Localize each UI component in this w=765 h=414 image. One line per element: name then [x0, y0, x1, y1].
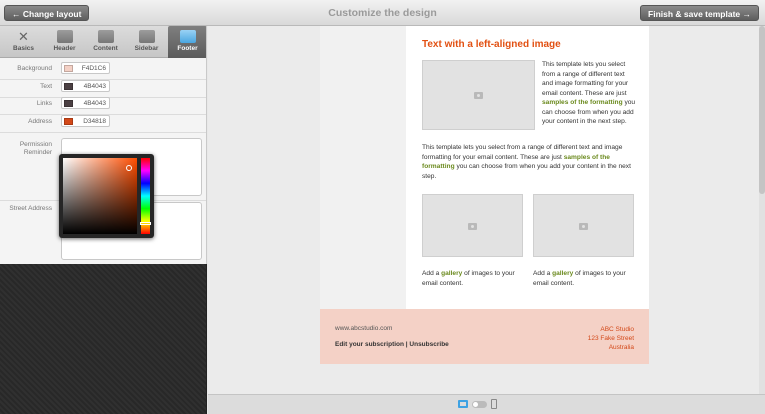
gallery-image-placeholder[interactable] [422, 194, 523, 257]
top-toolbar: ← Change layout Customize the design Fin… [0, 0, 765, 26]
finish-save-template-button[interactable]: Finish & save template → [640, 5, 759, 21]
color-swatch[interactable] [64, 100, 73, 107]
footer-url[interactable]: www.abcstudio.com [335, 325, 392, 332]
street-address-label: Street Address [9, 205, 52, 212]
field-label: Links [36, 100, 52, 107]
image-placeholder[interactable] [422, 60, 535, 130]
address-color-row: Address D34818 [0, 115, 206, 129]
footer-icon [179, 30, 196, 43]
tab-content[interactable]: Content [86, 26, 125, 58]
color-value: 4B4043 [83, 100, 106, 107]
color-value: 4B4043 [83, 83, 106, 90]
address-line: Australia [608, 344, 634, 351]
gallery-image-placeholder[interactable] [533, 194, 634, 257]
tab-footer[interactable]: Footer [168, 26, 206, 58]
full-width-paragraph: This template lets you select from a ran… [422, 144, 631, 180]
color-swatch[interactable] [64, 118, 73, 125]
footer-subscription-links[interactable]: Edit your subscription | Unsubscribe [335, 341, 449, 348]
hue-slider-handle[interactable] [140, 222, 151, 225]
text-color-input[interactable]: 4B4043 [61, 80, 110, 92]
email-sidebar [320, 26, 406, 309]
address-color-input[interactable]: D34818 [61, 115, 110, 127]
tab-sidebar[interactable]: Sidebar [127, 26, 166, 58]
device-toggle-switch[interactable] [472, 401, 487, 408]
mobile-icon[interactable] [491, 399, 497, 409]
links-color-input[interactable]: 4B4043 [61, 97, 110, 109]
design-panel: ✕ Basics Header Content Sidebar Footer B… [0, 26, 207, 264]
divider [0, 132, 206, 133]
panel-background [0, 264, 207, 414]
color-picker[interactable] [59, 154, 154, 238]
color-value: D34818 [83, 118, 106, 125]
color-swatch[interactable] [64, 83, 73, 90]
sidebar-icon [138, 30, 155, 43]
field-label: Text [40, 83, 52, 90]
desktop-icon[interactable] [458, 400, 468, 408]
links-color-row: Links 4B4043 [0, 97, 206, 111]
text-color-row: Text 4B4043 [0, 80, 206, 94]
tab-label: Basics [13, 45, 34, 52]
camera-icon [467, 222, 477, 230]
design-tabs: ✕ Basics Header Content Sidebar Footer [0, 26, 206, 58]
color-value: F4D1C6 [81, 65, 106, 72]
tab-label: Header [53, 45, 76, 52]
content-icon [97, 30, 114, 43]
background-color-input[interactable]: F4D1C6 [61, 62, 110, 74]
gallery-link[interactable]: gallery [441, 270, 462, 277]
tab-header[interactable]: Header [45, 26, 84, 58]
paragraph-right-of-image: This template lets you select from a ran… [542, 61, 636, 125]
gallery-caption: Add a gallery of images to your email co… [533, 270, 626, 287]
gallery-caption: Add a gallery of images to your email co… [422, 270, 515, 287]
email-footer: www.abcstudio.com Edit your subscription… [320, 309, 649, 364]
tab-basics[interactable]: ✕ Basics [4, 26, 43, 58]
address-line: 123 Fake Street [587, 335, 634, 342]
address-line: ABC Studio [600, 326, 634, 333]
formatting-link[interactable]: samples of the formatting [542, 99, 623, 106]
header-icon [56, 30, 73, 43]
device-toggle-bar [208, 394, 765, 414]
content-heading: Text with a left-aligned image [422, 39, 561, 50]
tools-icon: ✕ [18, 29, 29, 44]
reminder-label: Reminder [23, 149, 52, 156]
email-content: Text with a left-aligned image This temp… [406, 26, 649, 309]
camera-icon [473, 92, 483, 99]
background-color-row: Background F4D1C6 [0, 62, 206, 76]
permission-label: Permission [19, 141, 52, 148]
color-picker-handle[interactable] [126, 165, 132, 171]
email-body: Text with a left-aligned image This temp… [320, 26, 649, 309]
tab-label: Sidebar [134, 45, 159, 52]
camera-icon [578, 222, 588, 230]
footer-address: ABC Studio 123 Fake Street Australia [588, 325, 634, 352]
gallery-link[interactable]: gallery [552, 270, 573, 277]
preview-scrollbar[interactable] [759, 26, 765, 394]
tab-label: Footer [177, 45, 198, 52]
field-label: Background [17, 65, 52, 72]
color-swatch[interactable] [64, 65, 73, 72]
field-label: Address [28, 118, 52, 125]
scrollbar-thumb[interactable] [759, 26, 765, 194]
email-preview: Text with a left-aligned image This temp… [208, 26, 765, 394]
tab-label: Content [93, 45, 118, 52]
